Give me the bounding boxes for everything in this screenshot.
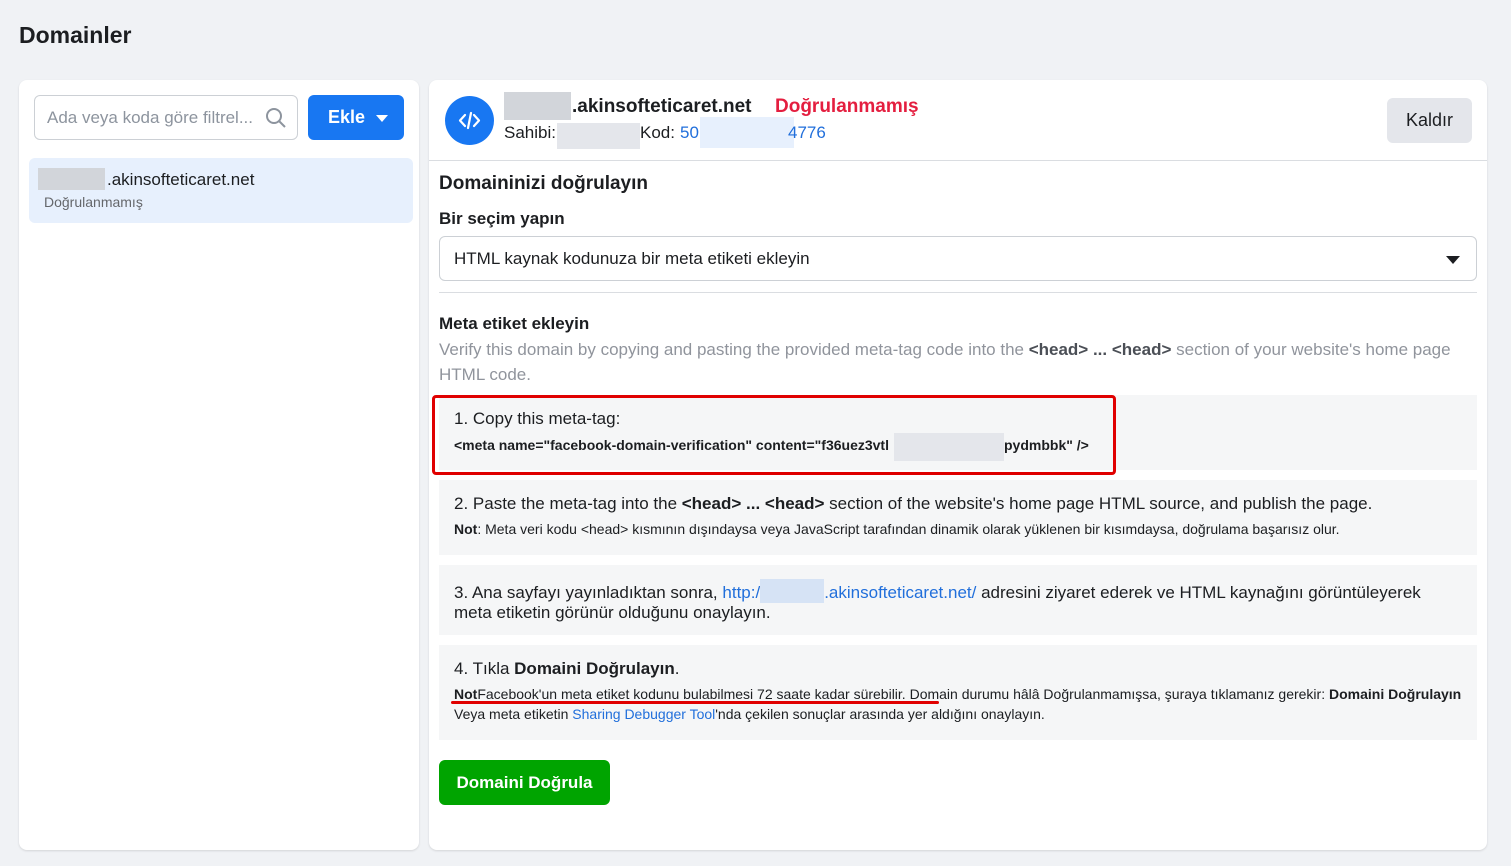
- redacted-owner: [557, 123, 640, 149]
- caret-down-icon: [1446, 256, 1460, 264]
- meta-section-title: Meta etiket ekleyin: [439, 314, 590, 333]
- domain-item-name: .akinsofteticaret.net: [107, 170, 255, 189]
- step-3: 3. Ana sayfayı yayınladıktan sonra, http…: [439, 565, 1477, 635]
- homepage-link[interactable]: http:/.akinsofteticaret.net/: [722, 579, 976, 603]
- owner-label: Sahibi:: [504, 123, 556, 142]
- redacted-code: [700, 117, 794, 148]
- code-value-start[interactable]: 50: [680, 123, 699, 143]
- highlight-annotation: [432, 395, 1116, 475]
- select-label: Bir seçim yapın: [439, 209, 565, 228]
- sharing-debugger-link[interactable]: Sharing Debugger Tool: [572, 706, 715, 722]
- step-2-text: 2. Paste the meta-tag into the <head> ..…: [454, 494, 1373, 513]
- domain-item-status: Doğrulanmamış: [44, 194, 143, 210]
- underline-annotation: [451, 701, 939, 704]
- redacted-subdomain: [38, 168, 105, 190]
- add-button-label: Ekle: [328, 107, 366, 127]
- domain-list-item[interactable]: .akinsofteticaret.net Doğrulanmamış: [29, 158, 413, 223]
- code-value-end[interactable]: 4776: [788, 123, 826, 143]
- verify-section-title: Domaininizi doğrulayın: [439, 173, 649, 194]
- step-4-note: NotFacebook'un meta etiket kodunu bulabi…: [454, 686, 1462, 722]
- step-2: 2. Paste the meta-tag into the <head> ..…: [439, 480, 1477, 555]
- verify-domain-button[interactable]: Domaini Doğrula: [439, 760, 610, 805]
- search-icon[interactable]: [265, 107, 287, 129]
- status-badge: Doğrulanmamış: [775, 96, 919, 117]
- add-button[interactable]: Ekle: [308, 95, 404, 140]
- remove-button[interactable]: Kaldır: [1387, 98, 1472, 143]
- divider: [429, 160, 1487, 161]
- step-4: 4. Tıkla Domaini Doğrulayın. NotFacebook…: [439, 645, 1477, 740]
- meta-description: Verify this domain by copying and pastin…: [439, 340, 1451, 384]
- step-4-text: 4. Tıkla Domaini Doğrulayın.: [454, 659, 680, 678]
- search-input[interactable]: [47, 96, 262, 139]
- code-label: Kod:: [640, 123, 675, 142]
- search-box[interactable]: [34, 95, 298, 140]
- verification-method-select[interactable]: HTML kaynak kodunuza bir meta etiketi ek…: [439, 236, 1477, 281]
- step-3-text: 3. Ana sayfayı yayınladıktan sonra, http…: [454, 579, 1462, 623]
- domain-name: .akinsofteticaret.net: [572, 96, 752, 117]
- caret-down-icon: [376, 115, 388, 122]
- select-value: HTML kaynak kodunuza bir meta etiketi ek…: [454, 248, 810, 268]
- step-2-note: Not: Meta veri kodu <head> kısmının dışı…: [454, 521, 1340, 537]
- code-icon: [445, 96, 494, 145]
- page-title: Domainler: [19, 22, 132, 48]
- redacted-subdomain: [504, 92, 571, 120]
- domain-list-panel: Ekle .akinsofteticaret.net Doğrulanmamış: [19, 80, 419, 850]
- redacted-subdomain: [760, 579, 825, 603]
- divider: [439, 292, 1477, 293]
